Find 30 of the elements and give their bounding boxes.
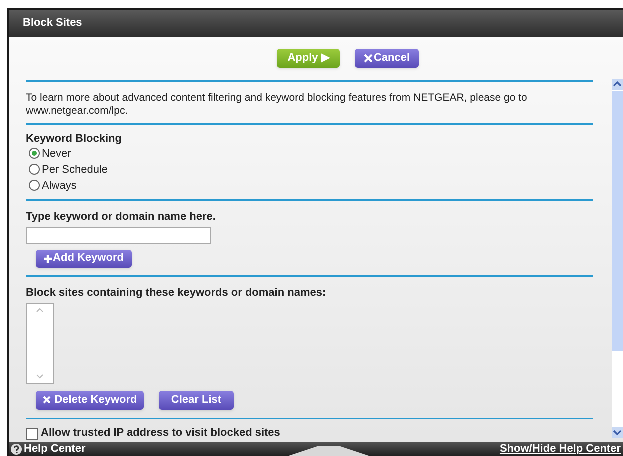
scroll-down-icon[interactable] [612, 427, 623, 438]
cancel-button[interactable]: Cancel [355, 49, 419, 68]
help-center-link[interactable]: Help Center [24, 444, 86, 454]
list-label: Block sites containing these keywords or domain names: [26, 286, 328, 300]
delete-keyword-button[interactable]: Delete Keyword [36, 390, 144, 410]
scroll-up-icon[interactable] [612, 79, 623, 90]
keyword-input-field[interactable] [26, 226, 211, 244]
close-icon [364, 54, 373, 63]
radio-button[interactable] [29, 164, 40, 176]
window-title: Block Sites [23, 16, 82, 32]
checkbox-label: Allow trusted IP address to visit blocked sites [41, 426, 280, 442]
radio-button[interactable] [29, 180, 40, 192]
radio-button[interactable] [29, 148, 40, 160]
checkbox[interactable] [26, 428, 38, 440]
scrollbar-thumb[interactable] [612, 91, 623, 351]
show-hide-help-link[interactable]: Show/Hide Help Center [500, 444, 621, 454]
add-keyword-button[interactable]: Add Keyword [36, 250, 132, 268]
radio-label: Always [42, 178, 77, 194]
radio-label: Never [42, 146, 72, 162]
close-icon [42, 396, 51, 404]
help-icon [11, 444, 22, 454]
scrollbar[interactable] [612, 79, 623, 438]
section-heading: Keyword Blocking [26, 132, 123, 146]
plus-icon [44, 254, 52, 263]
field-label: Type keyword or domain name here. [26, 210, 217, 224]
intro-text: To learn more about advanced content filtering and keyword blocking features from NETGEAR, please go to www.netgear.com/lpc. [26, 90, 528, 119]
expand-tab-icon[interactable] [289, 446, 369, 456]
radio-label: Per Schedule [42, 162, 108, 178]
apply-button[interactable]: Apply ▶ [277, 49, 340, 68]
clear-list-button[interactable]: Clear List [159, 390, 234, 410]
